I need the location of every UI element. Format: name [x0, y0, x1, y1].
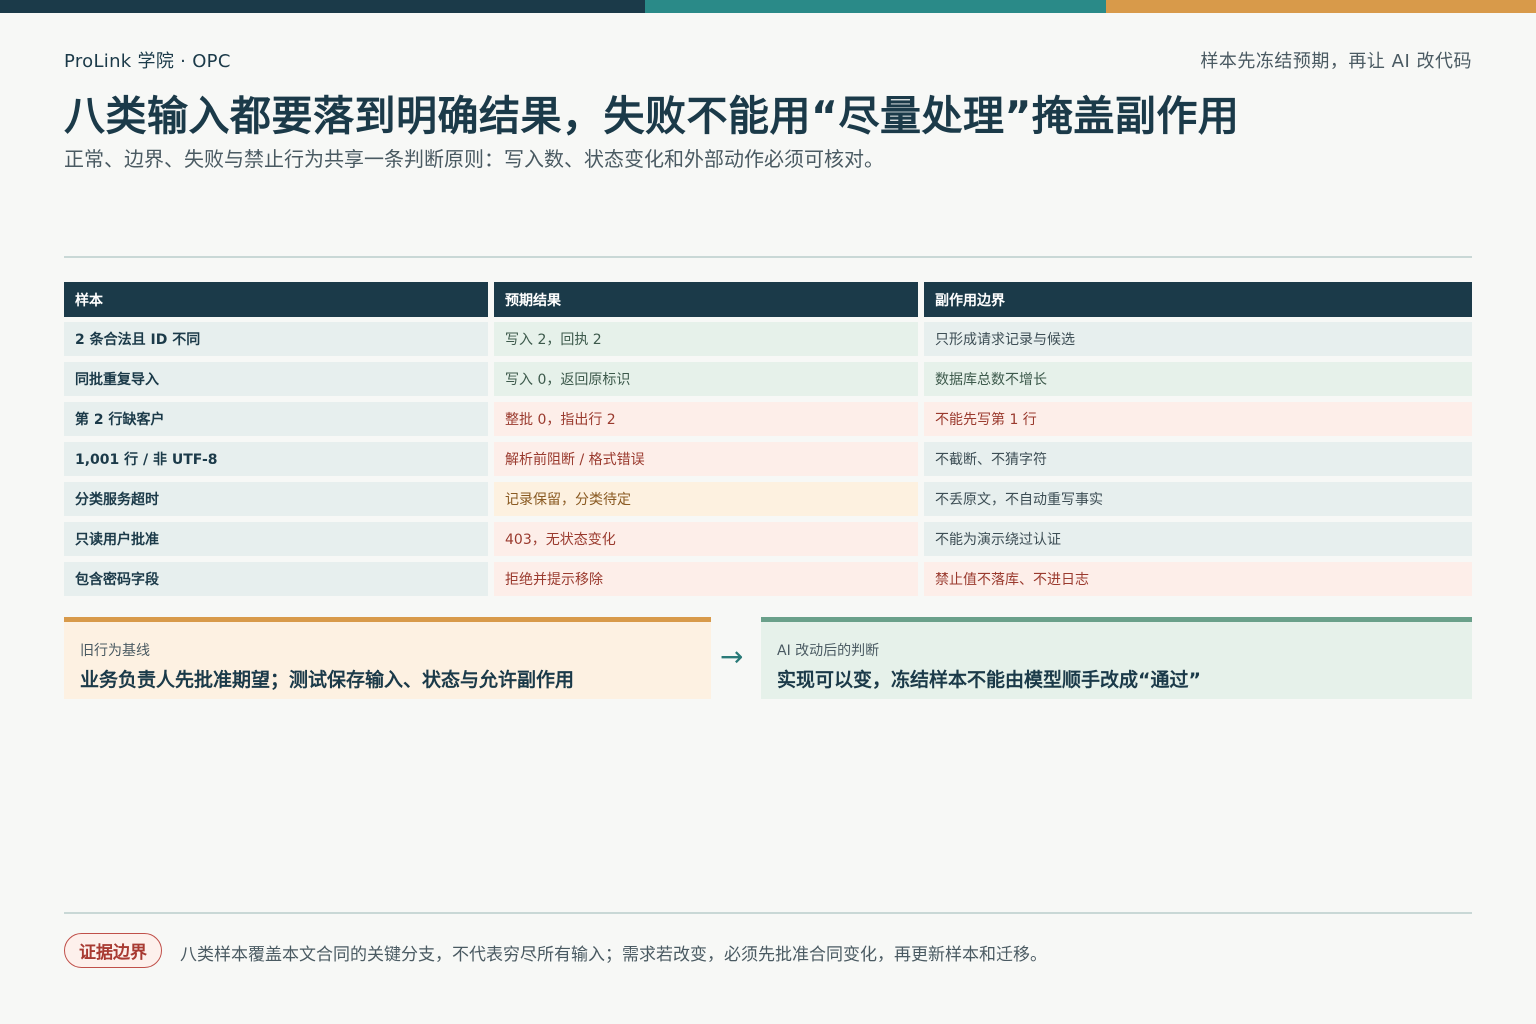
cell-expected: 写入 2，回执 2 — [494, 322, 918, 356]
cell-expected: 拒绝并提示移除 — [494, 562, 918, 596]
cell-boundary: 数据库总数不增长 — [924, 362, 1472, 396]
table-row: 2 条合法且 ID 不同 写入 2，回执 2 只形成请求记录与候选 — [64, 322, 1472, 356]
cell-boundary: 不能为演示绕过认证 — [924, 522, 1472, 556]
page-subtitle: 正常、边界、失败与禁止行为共享一条判断原则：写入数、状态变化和外部动作必须可核对… — [64, 147, 884, 171]
old-baseline-card: 旧行为基线 业务负责人先批准期望；测试保存输入、状态与允许副作用 — [64, 617, 711, 699]
cell-sample: 第 2 行缺客户 — [64, 402, 488, 436]
cell-sample: 分类服务超时 — [64, 482, 488, 516]
divider-bottom — [64, 912, 1472, 914]
divider-top — [64, 256, 1472, 258]
table-row: 同批重复导入 写入 0，返回原标识 数据库总数不增长 — [64, 362, 1472, 396]
ai-judgement-text: 实现可以变，冻结样本不能由模型顺手改成“通过” — [777, 669, 1201, 691]
old-baseline-label: 旧行为基线 — [80, 643, 150, 659]
ai-judgement-label: AI 改动后的判断 — [777, 643, 880, 659]
cell-expected: 写入 0，返回原标识 — [494, 362, 918, 396]
old-baseline-text: 业务负责人先批准期望；测试保存输入、状态与允许副作用 — [80, 669, 575, 691]
cell-expected: 解析前阻断 / 格式错误 — [494, 442, 918, 476]
column-header-sample: 样本 — [64, 282, 488, 317]
column-header-boundary: 副作用边界 — [924, 282, 1472, 317]
outcome-table: 样本 预期结果 副作用边界 2 条合法且 ID 不同 写入 2，回执 2 只形成请求… — [64, 282, 1472, 602]
cell-sample: 包含密码字段 — [64, 562, 488, 596]
cell-sample: 2 条合法且 ID 不同 — [64, 322, 488, 356]
table-row: 1,001 行 / 非 UTF-8 解析前阻断 / 格式错误 不截断、不猜字符 — [64, 442, 1472, 476]
cell-boundary: 禁止值不落库、不进日志 — [924, 562, 1472, 596]
column-header-expected: 预期结果 — [494, 282, 918, 317]
cell-sample: 只读用户批准 — [64, 522, 488, 556]
accent-segment-navy — [0, 0, 645, 13]
tagline: 样本先冻结预期，再让 AI 改代码 — [1200, 51, 1472, 72]
cell-expected: 403，无状态变化 — [494, 522, 918, 556]
table-row: 只读用户批准 403，无状态变化 不能为演示绕过认证 — [64, 522, 1472, 556]
arrow-right-icon: → — [720, 640, 744, 673]
top-accent-bar — [0, 0, 1536, 13]
table-row: 分类服务超时 记录保留，分类待定 不丢原文，不自动重写事实 — [64, 482, 1472, 516]
cell-boundary: 不丢原文，不自动重写事实 — [924, 482, 1472, 516]
brand-label: ProLink 学院 · OPC — [64, 51, 231, 72]
table-row: 包含密码字段 拒绝并提示移除 禁止值不落库、不进日志 — [64, 562, 1472, 596]
table-body: 2 条合法且 ID 不同 写入 2，回执 2 只形成请求记录与候选 同批重复导入 写入 … — [64, 322, 1472, 596]
cell-expected: 整批 0，指出行 2 — [494, 402, 918, 436]
accent-segment-teal — [645, 0, 1106, 13]
page-title: 八类输入都要落到明确结果，失败不能用“尽量处理”掩盖副作用 — [64, 92, 1240, 140]
cell-boundary: 只形成请求记录与候选 — [924, 322, 1472, 356]
footer-note: 八类样本覆盖本文合同的关键分支，不代表穷尽所有输入；需求若改变，必须先批准合同变… — [180, 945, 1047, 965]
table-header-row: 样本 预期结果 副作用边界 — [64, 282, 1472, 317]
cell-boundary: 不能先写第 1 行 — [924, 402, 1472, 436]
cell-boundary: 不截断、不猜字符 — [924, 442, 1472, 476]
cell-sample: 同批重复导入 — [64, 362, 488, 396]
table-row: 第 2 行缺客户 整批 0，指出行 2 不能先写第 1 行 — [64, 402, 1472, 436]
accent-segment-amber — [1106, 0, 1536, 13]
cell-sample: 1,001 行 / 非 UTF-8 — [64, 442, 488, 476]
ai-judgement-card: AI 改动后的判断 实现可以变，冻结样本不能由模型顺手改成“通过” — [761, 617, 1472, 699]
evidence-boundary-badge: 证据边界 — [64, 933, 162, 968]
cell-expected: 记录保留，分类待定 — [494, 482, 918, 516]
